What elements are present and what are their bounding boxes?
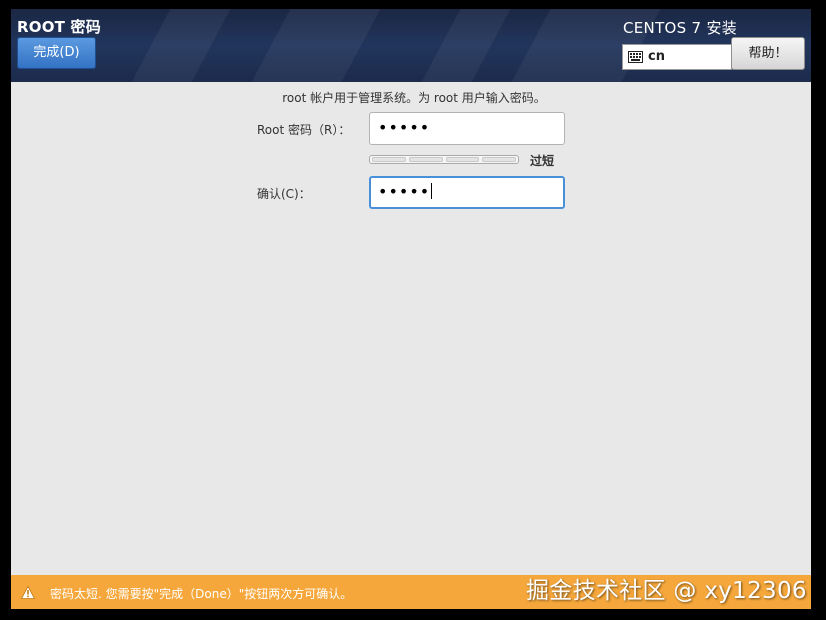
- keyboard-icon: [628, 51, 643, 63]
- intro-text: root 帐户用于管理系统。为 root 用户输入密码。: [282, 91, 546, 105]
- root-password-label: Root 密码（R）：: [257, 123, 351, 137]
- confirm-password-field[interactable]: •••••: [369, 176, 565, 209]
- keyboard-layout-code: cn: [648, 49, 665, 64]
- done-button[interactable]: 完成(D): [17, 37, 96, 69]
- root-password-value: •••••: [378, 118, 431, 137]
- root-password-field[interactable]: •••••: [369, 112, 565, 145]
- password-strength-meter: [369, 155, 519, 164]
- page-title: ROOT 密码: [17, 18, 101, 36]
- product-title: CENTOS 7 安装: [623, 19, 738, 37]
- text-caret: [431, 183, 433, 199]
- password-strength-label: 过短: [530, 154, 555, 168]
- confirm-password-label: 确认(C)：: [257, 187, 311, 201]
- installer-screen: ROOT 密码 完成(D) CENTOS 7 安装 cn 帮助！ root 帐户…: [11, 9, 811, 609]
- keyboard-layout-indicator[interactable]: cn: [622, 44, 732, 70]
- warning-text: 密码太短. 您需要按"完成（Done）"按钮两次方可确认。: [50, 587, 353, 601]
- help-button[interactable]: 帮助！: [731, 37, 805, 70]
- header-bar: ROOT 密码 完成(D) CENTOS 7 安装 cn 帮助！: [11, 9, 811, 82]
- warning-icon: [21, 586, 35, 599]
- watermark: 掘金技术社区 @ xy12306: [526, 578, 807, 604]
- confirm-password-value: •••••: [378, 182, 431, 201]
